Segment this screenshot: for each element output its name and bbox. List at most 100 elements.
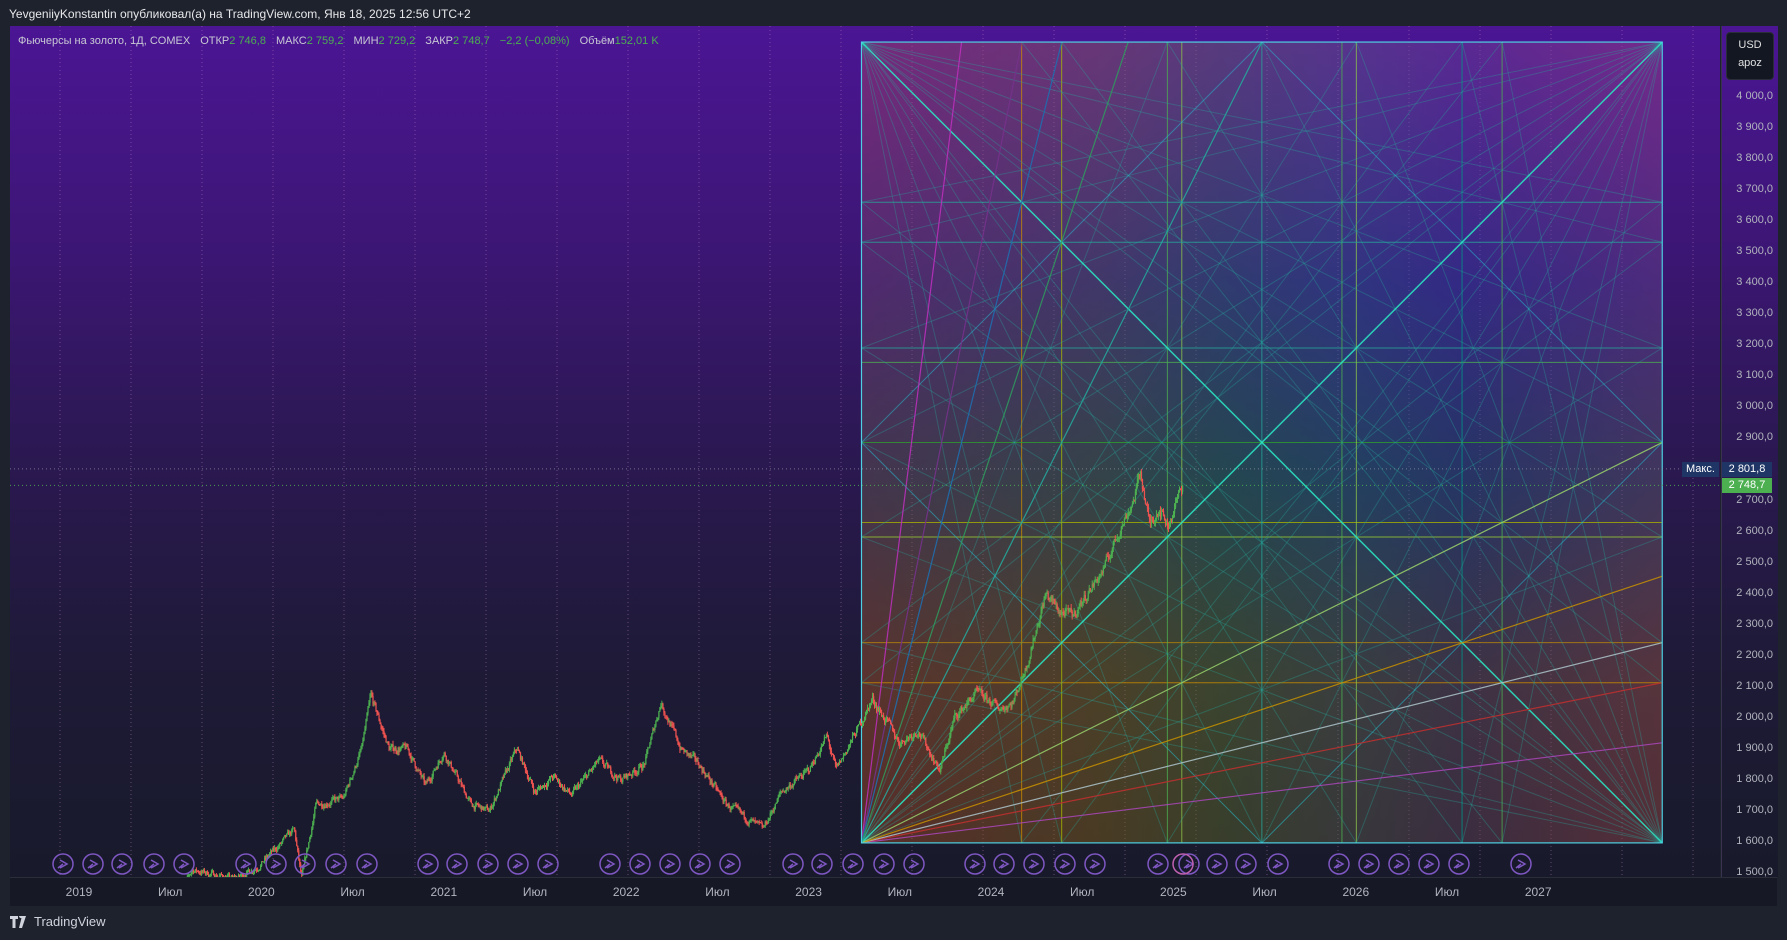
candle-body (925, 737, 927, 745)
price-tick-label: 3 200,0 (1736, 338, 1773, 351)
event-marker[interactable] (1358, 853, 1380, 875)
event-marker[interactable] (1084, 853, 1106, 875)
event-marker[interactable] (143, 853, 165, 875)
candle-body (649, 744, 651, 748)
candle-body (413, 758, 415, 762)
candle-body (1043, 599, 1045, 607)
candle-body (851, 735, 854, 741)
event-marker[interactable] (52, 853, 74, 875)
event-marker[interactable] (507, 853, 529, 875)
time-tick-label: 2020 (248, 885, 275, 899)
event-marker[interactable] (599, 853, 621, 875)
event-marker[interactable] (477, 853, 499, 875)
futures-roll-arrow-icon (787, 859, 799, 869)
candle-body (774, 803, 776, 810)
symbol-name[interactable]: Фьючерсы на золото, 1Д, COMEX (18, 35, 190, 47)
close-value: 2 748,7 (453, 35, 490, 47)
event-marker[interactable] (782, 853, 804, 875)
event-marker[interactable] (265, 853, 287, 875)
event-marker[interactable] (356, 853, 378, 875)
event-marker[interactable] (719, 853, 741, 875)
event-marker[interactable] (111, 853, 133, 875)
candle-body (1140, 471, 1143, 480)
chart-canvas[interactable] (0, 0, 1787, 940)
volume-value: 152,01 K (614, 35, 659, 47)
candle-body (1147, 507, 1150, 515)
price-tick-label: 2 600,0 (1736, 524, 1773, 537)
futures-roll-arrow-icon (178, 859, 190, 869)
event-marker[interactable] (811, 853, 833, 875)
currency-unit-button[interactable]: USD apoz (1726, 32, 1774, 80)
event-marker[interactable] (903, 853, 925, 875)
event-marker[interactable] (1206, 853, 1228, 875)
futures-roll-arrow-icon (1240, 859, 1252, 869)
currency-label: USD (1738, 39, 1762, 51)
candle-body (650, 739, 652, 745)
futures-roll-arrow-icon (634, 859, 646, 869)
futures-roll-arrow-icon (512, 859, 524, 869)
futures-roll-arrow-icon (361, 859, 373, 869)
event-marker[interactable] (1054, 853, 1076, 875)
event-marker[interactable] (537, 853, 559, 875)
candle-body (308, 842, 310, 848)
futures-roll-arrow-icon (1423, 859, 1435, 869)
price-tick-label: 2 000,0 (1736, 710, 1773, 723)
candle-body (1036, 626, 1038, 631)
event-marker[interactable] (235, 853, 257, 875)
tradingview-logo[interactable]: TradingView (10, 914, 106, 929)
futures-roll-arrow-icon (664, 859, 676, 869)
price-tick-label: 3 300,0 (1736, 307, 1773, 320)
event-marker[interactable] (173, 853, 195, 875)
event-marker[interactable] (1235, 853, 1257, 875)
max-price-value: 2 801,8 (1722, 462, 1772, 477)
futures-roll-arrow-icon (422, 859, 434, 869)
event-marker[interactable] (446, 853, 468, 875)
event-marker[interactable] (659, 853, 681, 875)
candle-body (414, 761, 416, 767)
candle-body (184, 885, 185, 888)
candle-body (314, 808, 316, 817)
event-marker[interactable] (325, 853, 347, 875)
event-marker[interactable] (842, 853, 864, 875)
event-marker[interactable] (964, 853, 986, 875)
time-tick-label: 2025 (1160, 885, 1187, 899)
candle-body (217, 876, 220, 877)
candle-body (798, 775, 800, 778)
price-tick-label: 3 000,0 (1736, 400, 1773, 413)
futures-roll-arrow-icon (116, 859, 128, 869)
candle-body (369, 697, 371, 703)
candle-body (225, 878, 226, 880)
futures-roll-arrow-icon (724, 859, 736, 869)
candle-body (1020, 678, 1022, 687)
event-marker[interactable] (689, 853, 711, 875)
event-marker[interactable] (629, 853, 651, 875)
futures-roll-arrow-icon (1393, 859, 1405, 869)
event-marker[interactable] (82, 853, 104, 875)
candle-body (217, 877, 218, 878)
futures-roll-arrow-icon (1515, 859, 1527, 869)
candle-body (814, 758, 817, 764)
event-marker[interactable] (1023, 853, 1045, 875)
gann-box[interactable] (860, 41, 1663, 844)
event-marker[interactable] (1388, 853, 1410, 875)
event-marker[interactable] (993, 853, 1015, 875)
event-marker[interactable] (1178, 853, 1200, 875)
futures-roll-arrow-icon (330, 859, 342, 869)
event-marker[interactable] (1510, 853, 1532, 875)
event-marker[interactable] (1418, 853, 1440, 875)
futures-roll-arrow-icon (482, 859, 494, 869)
futures-roll-arrow-icon (451, 859, 463, 869)
event-markers[interactable] (52, 853, 1532, 875)
event-marker[interactable] (417, 853, 439, 875)
candle-body (1008, 705, 1010, 708)
event-marker[interactable] (1267, 853, 1289, 875)
futures-roll-arrow-icon (57, 859, 69, 869)
candle-body (465, 794, 467, 798)
event-marker[interactable] (873, 853, 895, 875)
candle-body (408, 748, 410, 754)
candle-body (230, 877, 231, 878)
time-tick-label: Июл (887, 885, 912, 899)
event-marker[interactable] (1328, 853, 1350, 875)
event-marker[interactable] (1448, 853, 1470, 875)
event-marker[interactable] (1147, 853, 1169, 875)
